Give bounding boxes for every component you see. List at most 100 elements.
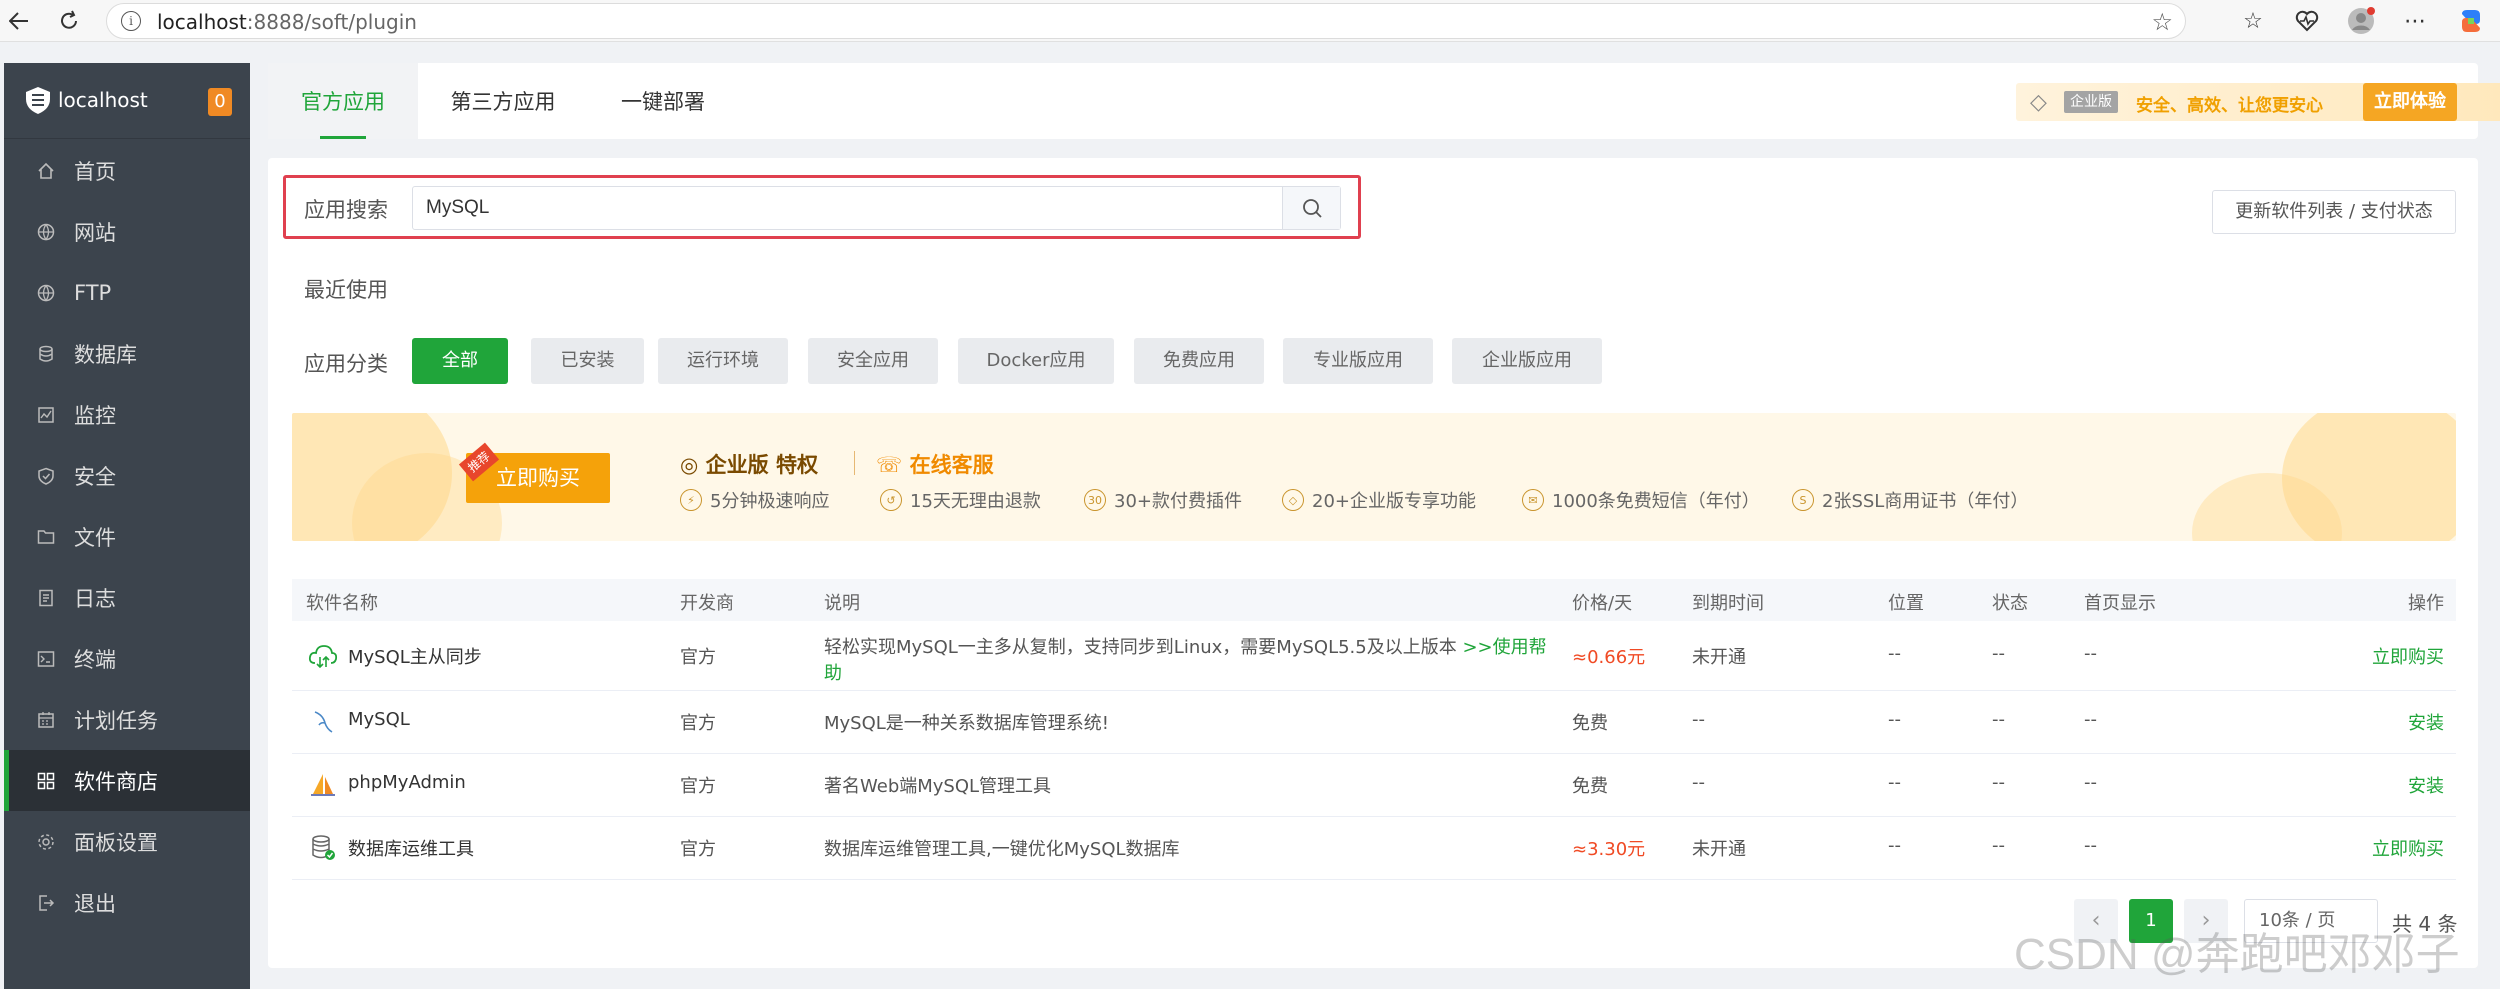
- app-expiry: --: [1692, 772, 1705, 793]
- refund-icon: ↺: [880, 489, 902, 511]
- search-field[interactable]: [412, 186, 1341, 230]
- install-link[interactable]: 安装: [2408, 772, 2444, 798]
- table-row: MySQL主从同步 官方 轻松实现MySQL一主多从复制，支持同步到Linux，…: [292, 621, 2456, 691]
- db-tool-icon: [308, 833, 338, 863]
- health-icon[interactable]: [2292, 6, 2322, 36]
- table-header: 软件名称 开发商 说明 价格/天 到期时间 位置 状态 首页显示 操作: [292, 579, 2456, 621]
- category-pro[interactable]: 专业版应用: [1283, 338, 1433, 384]
- col-expiry: 到期时间: [1692, 593, 1764, 614]
- site-info-icon[interactable]: i: [121, 11, 141, 31]
- sidebar-item-monitor[interactable]: 监控: [4, 384, 250, 445]
- sidebar-item-files[interactable]: 文件: [4, 506, 250, 567]
- category-runtime[interactable]: 运行环境: [658, 338, 788, 384]
- database-icon: [36, 344, 56, 364]
- phpmyadmin-sail-icon: [308, 770, 338, 800]
- sidebar-item-database[interactable]: 数据库: [4, 323, 250, 384]
- sidebar-item-label: FTP: [74, 280, 112, 305]
- log-icon: [36, 588, 56, 608]
- sidebar-item-label: 文件: [74, 525, 116, 550]
- sidebar-item-logout[interactable]: 退出: [4, 872, 250, 933]
- monitor-icon: [36, 405, 56, 425]
- diamond-icon: ◇: [1282, 489, 1304, 511]
- app-developer: 官方: [680, 647, 716, 668]
- sidebar-item-label: 数据库: [74, 342, 137, 367]
- app-name[interactable]: phpMyAdmin: [348, 772, 466, 793]
- sidebar-item-label: 计划任务: [74, 708, 158, 733]
- app-name[interactable]: 数据库运维工具: [348, 835, 474, 861]
- category-docker[interactable]: Docker应用: [958, 338, 1114, 384]
- sidebar-item-cron[interactable]: 计划任务: [4, 689, 250, 750]
- buy-now-link[interactable]: 立即购买: [2372, 643, 2444, 669]
- reload-icon[interactable]: [54, 6, 84, 36]
- col-home-display: 首页显示: [2084, 593, 2156, 614]
- back-arrow-icon[interactable]: [4, 6, 34, 36]
- grid-icon: [36, 771, 56, 791]
- copilot-icon[interactable]: [2456, 6, 2486, 36]
- app-name[interactable]: MySQL主从同步: [348, 643, 482, 669]
- col-price: 价格/天: [1572, 593, 1633, 614]
- online-service-link[interactable]: ☏ 在线客服: [876, 449, 994, 479]
- terminal-icon: [36, 649, 56, 669]
- table-row: MySQL 官方 MySQL是一种关系数据库管理系统! 免费 -- -- -- …: [292, 691, 2456, 754]
- app-home-display: --: [2084, 643, 2097, 664]
- sidebar-item-app-store[interactable]: 软件商店: [4, 750, 250, 811]
- tab-official-apps[interactable]: 官方应用: [268, 63, 418, 139]
- favorites-icon[interactable]: ☆: [2238, 6, 2268, 36]
- table-row: 数据库运维工具 官方 数据库运维管理工具,一键优化MySQL数据库 ≈3.30元…: [292, 817, 2456, 880]
- sidebar-item-home[interactable]: 首页: [4, 140, 250, 201]
- buy-now-link[interactable]: 立即购买: [2372, 835, 2444, 861]
- tab-third-party-apps[interactable]: 第三方应用: [428, 63, 578, 139]
- app-description: 著名Web端MySQL管理工具: [824, 776, 1052, 797]
- logout-icon: [36, 893, 56, 913]
- ftp-globe-icon: [36, 283, 56, 303]
- feature-fast-response: ⚡ 5分钟极速响应: [680, 487, 829, 513]
- sidebar-item-ftp[interactable]: FTP: [4, 262, 250, 323]
- help-link[interactable]: >>使用帮: [1462, 637, 1546, 658]
- category-label: 应用分类: [304, 352, 388, 376]
- app-status: --: [1992, 709, 2005, 730]
- category-all[interactable]: 全部: [412, 338, 508, 384]
- sidebar-item-settings[interactable]: 面板设置: [4, 811, 250, 872]
- app-status: --: [1992, 643, 2005, 664]
- search-input[interactable]: [413, 187, 1283, 229]
- sidebar-item-security[interactable]: 安全: [4, 445, 250, 506]
- enterprise-slogan: 安全、高效、让您更安心: [2136, 96, 2323, 116]
- bookmark-star-icon[interactable]: ☆: [2151, 8, 2173, 36]
- tab-one-click-deploy[interactable]: 一键部署: [588, 63, 738, 139]
- category-security[interactable]: 安全应用: [808, 338, 938, 384]
- url-text: localhost:8888/soft/plugin: [157, 10, 417, 34]
- sidebar-item-website[interactable]: 网站: [4, 201, 250, 262]
- app-location: --: [1888, 835, 1901, 856]
- enterprise-banner: 立即购买 推荐 ◎ 企业版 特权 ☏ 在线客服 ⚡ 5分钟极速响应 ↺ 15天无理由…: [292, 413, 2456, 541]
- try-now-button[interactable]: 立即体验: [2363, 83, 2457, 121]
- sidebar-item-label: 面板设置: [74, 830, 158, 855]
- app-expiry: --: [1692, 709, 1705, 730]
- install-link[interactable]: 安装: [2408, 709, 2444, 735]
- sidebar-item-label: 退出: [74, 891, 116, 916]
- enterprise-tag: 企业版: [2064, 91, 2118, 113]
- mail-icon: ✉: [1522, 489, 1544, 511]
- help-link-continued[interactable]: 助: [824, 659, 842, 685]
- store-tabs-bar: 官方应用 第三方应用 一键部署 ◇ 企业版 安全、高效、让您更安心 立即体验: [268, 63, 2500, 139]
- diamond-icon: ◇: [2030, 90, 2047, 115]
- category-free[interactable]: 免费应用: [1134, 338, 1264, 384]
- search-button[interactable]: [1282, 187, 1340, 229]
- sidebar-item-terminal[interactable]: 终端: [4, 628, 250, 689]
- col-developer: 开发商: [680, 593, 734, 614]
- ssl-icon: S: [1792, 489, 1814, 511]
- banner-divider: [854, 451, 855, 475]
- refresh-list-button[interactable]: 更新软件列表 / 支付状态: [2212, 190, 2456, 234]
- app-name[interactable]: MySQL: [348, 709, 410, 730]
- app-price: 免费: [1572, 776, 1608, 797]
- app-developer: 官方: [680, 839, 716, 860]
- sidebar-item-logs[interactable]: 日志: [4, 567, 250, 628]
- col-name: 软件名称: [306, 593, 378, 614]
- search-icon: [1302, 199, 1322, 218]
- address-bar[interactable]: i localhost:8888/soft/plugin ☆: [106, 3, 2186, 39]
- category-enterprise[interactable]: 企业版应用: [1452, 338, 1602, 384]
- more-menu-icon[interactable]: ⋯: [2400, 6, 2430, 36]
- app-description: 数据库运维管理工具,一键优化MySQL数据库: [824, 839, 1180, 860]
- profile-avatar-icon[interactable]: [2346, 6, 2376, 36]
- category-installed[interactable]: 已安装: [531, 338, 644, 384]
- shield-icon: [36, 466, 56, 486]
